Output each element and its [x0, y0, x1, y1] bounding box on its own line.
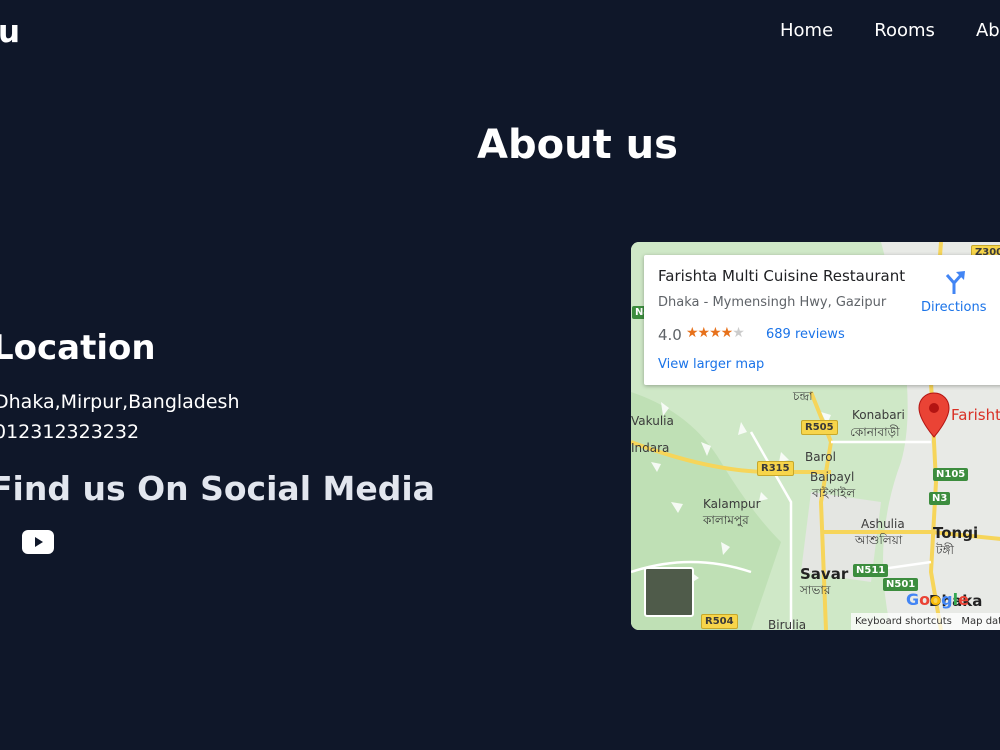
social-heading: Find us On Social Media — [0, 469, 435, 508]
rating-value: 4.0 — [658, 326, 682, 344]
keyboard-shortcuts-link[interactable]: Keyboard shortcuts — [855, 616, 952, 627]
map-label-chandra: চন্দ্রা — [793, 389, 813, 403]
map-label-konabari-bn: কোনাবাড়ী — [850, 425, 900, 439]
satellite-toggle[interactable] — [644, 567, 694, 617]
nav-home-link[interactable]: Home — [780, 20, 833, 41]
map-label-savar: Savar — [800, 565, 849, 583]
map-data-text: Map data — [961, 616, 1000, 627]
place-name: Farishta Multi Cuisine Restaurant — [658, 267, 906, 285]
place-address: Dhaka - Mymensingh Hwy, Gazipur — [658, 295, 887, 310]
road-shield-r315: R315 — [757, 461, 794, 476]
map-label-vakulia: Vakulia — [631, 414, 674, 428]
phone-text: 012312323232 — [0, 421, 140, 443]
pin-label: Farishta — [951, 406, 1000, 424]
google-logo: Google — [906, 590, 969, 609]
map-label-baipayl-bn: বাইপাইল — [812, 486, 856, 500]
map-label-kalampur-bn: কালামপুর — [703, 513, 749, 527]
rating-stars: ★★★★★ — [686, 325, 745, 341]
map-label-tongi: Tongi — [933, 524, 979, 542]
page: u Home Rooms About About us Location Dha… — [0, 0, 1000, 750]
map-label-tongi-bn: টঙ্গী — [936, 543, 954, 557]
directions-icon[interactable] — [941, 269, 967, 295]
location-heading: Location — [0, 328, 156, 368]
directions-link[interactable]: Directions — [921, 300, 987, 315]
map-label-indara: Indara — [631, 441, 670, 455]
map-label-birulia: Birulia — [768, 618, 807, 630]
map-label-konabari: Konabari — [852, 408, 905, 422]
address-text: Dhaka,Mirpur,Bangladesh — [0, 391, 240, 413]
map-label-ashulia-bn: আশুলিয়া — [855, 533, 903, 547]
page-title: About us — [477, 122, 678, 168]
road-shield-n511: N511 — [853, 564, 889, 577]
reviews-link[interactable]: 689 reviews — [766, 327, 845, 342]
map-label-barol: Barol — [805, 450, 836, 464]
map-label-kalampur: Kalampur — [703, 497, 761, 511]
nav-rooms-link[interactable]: Rooms — [874, 20, 935, 41]
youtube-icon[interactable] — [22, 530, 54, 554]
place-card: Farishta Multi Cuisine Restaurant Dhaka … — [644, 255, 1000, 385]
map-label-ashulia: Ashulia — [861, 517, 905, 531]
road-shield-r504: R504 — [701, 614, 738, 629]
brand-logo[interactable]: u — [0, 14, 20, 50]
map-label-baipayl: Baipayl — [810, 470, 855, 484]
road-shield-r505: R505 — [801, 420, 838, 435]
road-shield-n105: N105 — [933, 468, 969, 481]
embedded-map[interactable]: চন্দ্রা Vakulia Indara Konabari কোনাবাড়… — [631, 242, 1000, 630]
map-label-savar-bn: সাভার — [800, 583, 831, 597]
view-larger-map-link[interactable]: View larger map — [658, 357, 764, 372]
map-footer: Keyboard shortcuts Map data — [851, 613, 1000, 630]
main-nav: Home Rooms About — [780, 20, 1000, 41]
nav-about-link[interactable]: About — [976, 20, 1000, 41]
map-pin-icon[interactable] — [917, 392, 951, 438]
road-shield-n3: N3 — [929, 492, 951, 505]
